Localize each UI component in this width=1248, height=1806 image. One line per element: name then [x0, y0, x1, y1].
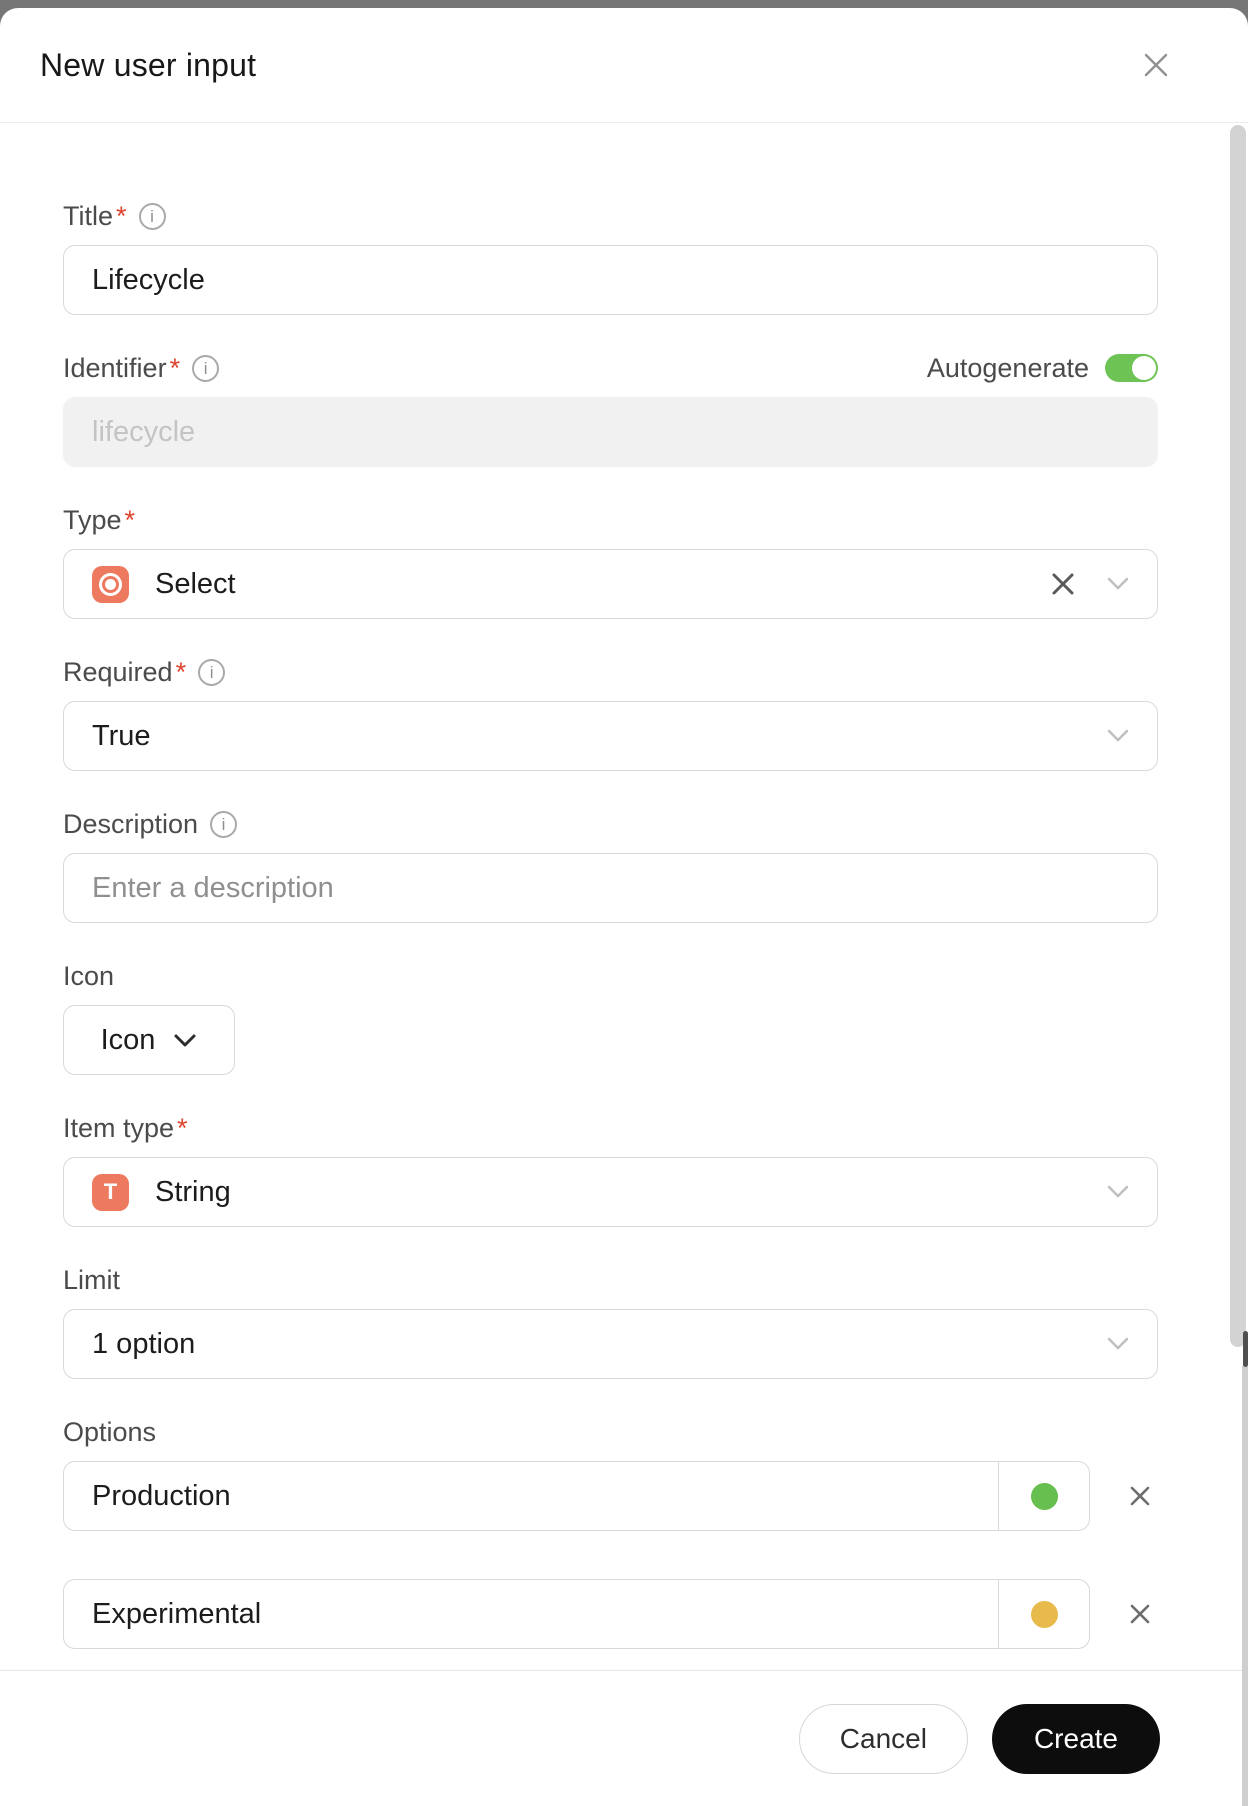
title-input[interactable]: [63, 245, 1158, 315]
limit-label: Limit: [63, 1264, 121, 1295]
remove-option-button[interactable]: [1122, 1478, 1158, 1514]
identifier-input: [63, 397, 1158, 467]
chevron-down-icon: [174, 1034, 196, 1046]
required-asterisk: *: [124, 504, 136, 535]
item-type-select[interactable]: T String: [63, 1157, 1158, 1227]
required-value: True: [92, 719, 151, 752]
required-asterisk: *: [177, 1112, 188, 1143]
option-color-cell[interactable]: [998, 1462, 1089, 1530]
option-input[interactable]: Production: [63, 1461, 1091, 1531]
required-asterisk: *: [169, 352, 181, 383]
chevron-down-icon[interactable]: [1107, 577, 1129, 591]
toggle-knob: [1132, 356, 1156, 380]
remove-option-button[interactable]: [1122, 1596, 1158, 1632]
type-select[interactable]: Select: [63, 549, 1158, 619]
option-color-cell[interactable]: [998, 1580, 1089, 1648]
option-color-dot-amber: [1030, 1600, 1058, 1628]
required-asterisk: *: [116, 200, 127, 231]
page-scrollbar-track[interactable]: [1242, 1366, 1248, 1806]
field-options: Options Production Experimental: [63, 1415, 1158, 1649]
modal-title: New user input: [40, 46, 257, 83]
modal-footer: Cancel Create: [0, 1670, 1248, 1806]
description-input[interactable]: [63, 853, 1158, 923]
autogenerate-toggle[interactable]: [1105, 354, 1158, 382]
modal-header: New user input: [0, 8, 1248, 123]
field-description: Description i: [63, 807, 1158, 923]
close-icon: [1144, 53, 1168, 77]
chevron-down-icon[interactable]: [1107, 729, 1129, 743]
create-button[interactable]: Create: [991, 1703, 1160, 1774]
new-user-input-modal: New user input Title* i Identifier* i Au…: [0, 8, 1248, 1806]
field-limit: Limit 1 option: [63, 1263, 1158, 1379]
modal-scrollbar-thumb[interactable]: [1230, 125, 1246, 1347]
identifier-label: Identifier: [63, 352, 167, 383]
description-label: Description: [63, 808, 199, 839]
clear-icon[interactable]: [1049, 570, 1077, 598]
info-icon[interactable]: i: [192, 354, 220, 382]
title-label: Title: [63, 200, 114, 231]
item-type-label: Item type: [63, 1112, 175, 1143]
limit-value: 1 option: [92, 1327, 196, 1360]
limit-select[interactable]: 1 option: [63, 1309, 1158, 1379]
chevron-down-icon[interactable]: [1107, 1185, 1129, 1199]
required-asterisk: *: [175, 656, 187, 687]
option-value: Experimental: [92, 1597, 262, 1630]
chevron-down-icon[interactable]: [1107, 1337, 1129, 1351]
type-value: Select: [155, 567, 236, 600]
option-value: Production: [92, 1479, 231, 1512]
cancel-button[interactable]: Cancel: [798, 1703, 968, 1774]
string-type-icon: T: [92, 1173, 129, 1211]
autogenerate-label: Autogenerate: [926, 352, 1089, 383]
option-row: Production: [63, 1461, 1158, 1531]
field-type: Type * Select: [63, 503, 1158, 619]
option-color-dot-green: [1030, 1482, 1058, 1510]
item-type-value: String: [155, 1175, 231, 1208]
info-icon[interactable]: i: [138, 202, 166, 230]
close-button[interactable]: [1136, 45, 1176, 85]
select-type-icon: [92, 565, 129, 603]
field-identifier: Identifier * i Autogenerate: [63, 351, 1158, 467]
required-select[interactable]: True: [63, 701, 1158, 771]
field-required: Required * i True: [63, 655, 1158, 771]
remove-icon: [1130, 1486, 1150, 1506]
options-label: Options: [63, 1416, 157, 1447]
required-label: Required: [63, 656, 173, 687]
modal-body: Title* i Identifier* i Autogenerate Type…: [0, 123, 1248, 1670]
type-label: Type: [63, 504, 122, 535]
info-icon[interactable]: i: [210, 810, 238, 838]
field-item-type: Item type * T String: [63, 1111, 1158, 1227]
option-input[interactable]: Experimental: [63, 1579, 1091, 1649]
info-icon[interactable]: i: [198, 658, 226, 686]
field-title: Title * i: [63, 199, 1158, 315]
icon-label: Icon: [63, 960, 115, 991]
remove-icon: [1130, 1604, 1150, 1624]
icon-picker-button[interactable]: Icon: [63, 1005, 235, 1075]
field-icon: Icon Icon: [63, 959, 1158, 1075]
option-row: Experimental: [63, 1579, 1158, 1649]
page-scrollbar-thumb[interactable]: [1243, 1331, 1248, 1367]
